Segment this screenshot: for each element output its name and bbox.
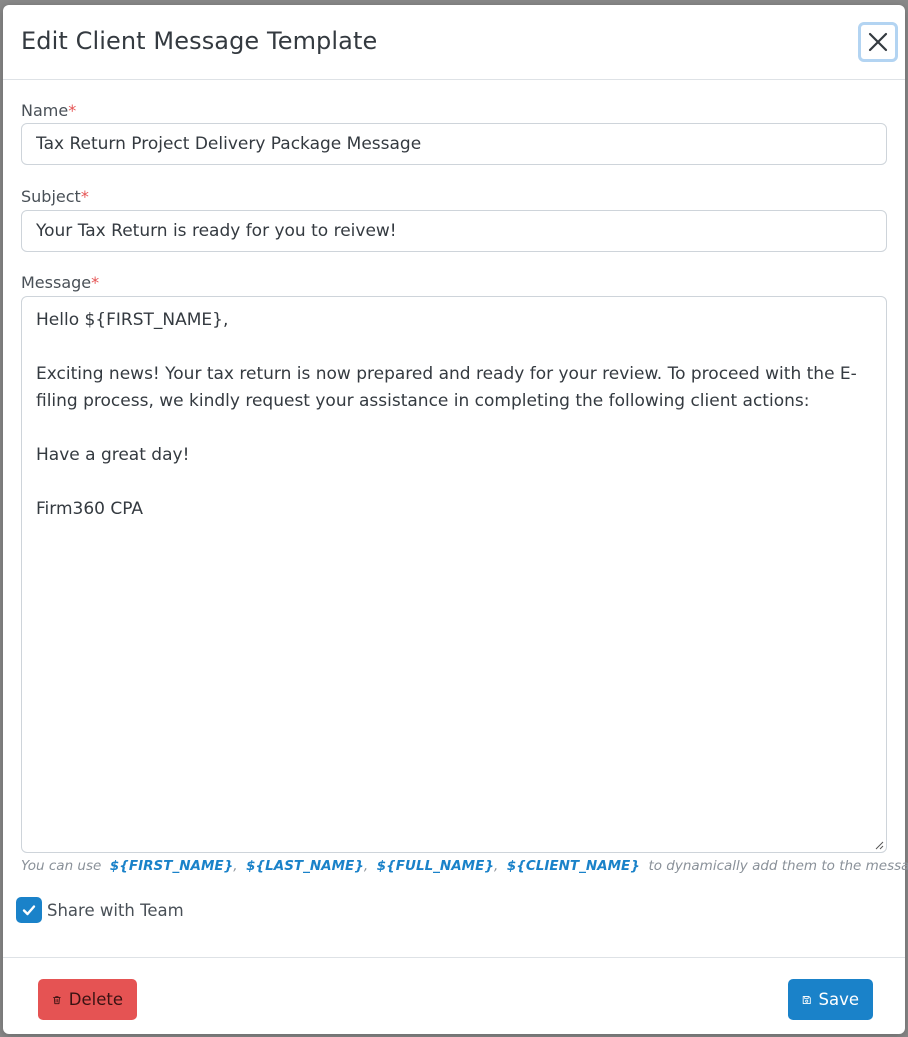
edit-template-modal: Edit Client Message Template Name* Subje… [3,5,908,1034]
required-mark: * [80,187,89,206]
hint-suffix: to dynamically add them to the message. [648,858,908,874]
save-button-label: Save [818,990,859,1009]
hint-separator: , [493,858,499,874]
hint-separator: , [363,858,369,874]
share-with-team-label: Share with Team [47,900,184,920]
subject-label-text: Subject [21,187,81,206]
variable-full-name[interactable]: ${FULL_NAME} [377,858,494,874]
hint-prefix: You can use [21,858,102,874]
close-icon [868,32,888,52]
message-line: Hello ${FIRST_NAME}, [36,310,229,330]
save-button[interactable]: Save [788,979,873,1020]
modal-header: Edit Client Message Template [3,5,905,80]
variable-client-name[interactable]: ${CLIENT_NAME} [507,858,640,874]
check-icon [22,905,36,916]
message-line: Exciting news! Your tax return is now pr… [36,364,857,411]
name-label-text: Name [21,101,69,120]
close-button[interactable] [858,22,898,62]
message-line [36,334,872,361]
checkbox-checked[interactable] [16,897,42,923]
message-line [36,415,872,442]
name-input[interactable] [21,123,887,165]
required-mark: * [91,273,100,292]
message-line [36,469,872,496]
modal-title: Edit Client Message Template [21,27,378,55]
message-textarea[interactable]: Hello ${FIRST_NAME}, Exciting news! Your… [21,296,887,853]
variable-last-name[interactable]: ${LAST_NAME} [246,858,364,874]
resize-handle-icon[interactable] [874,840,884,850]
trash-icon [53,995,61,1004]
delete-button-label: Delete [68,990,123,1009]
message-line: Have a great day! [36,445,190,465]
message-label-text: Message [21,273,92,292]
name-label: Name* [21,101,76,120]
hint-separator: , [233,858,238,874]
floppy-disk-icon [802,995,811,1004]
share-with-team-checkbox[interactable]: Share with Team [16,897,184,923]
required-mark: * [68,101,77,120]
delete-button[interactable]: Delete [38,979,137,1020]
modal-footer: Delete Save [3,957,905,1034]
message-label: Message* [21,273,99,292]
variables-hint: You can use ${FIRST_NAME}, ${LAST_NAME},… [21,858,908,874]
subject-label: Subject* [21,187,89,206]
message-line: Firm360 CPA [36,499,144,519]
variable-first-name[interactable]: ${FIRST_NAME} [110,858,233,874]
subject-input[interactable] [21,210,887,252]
